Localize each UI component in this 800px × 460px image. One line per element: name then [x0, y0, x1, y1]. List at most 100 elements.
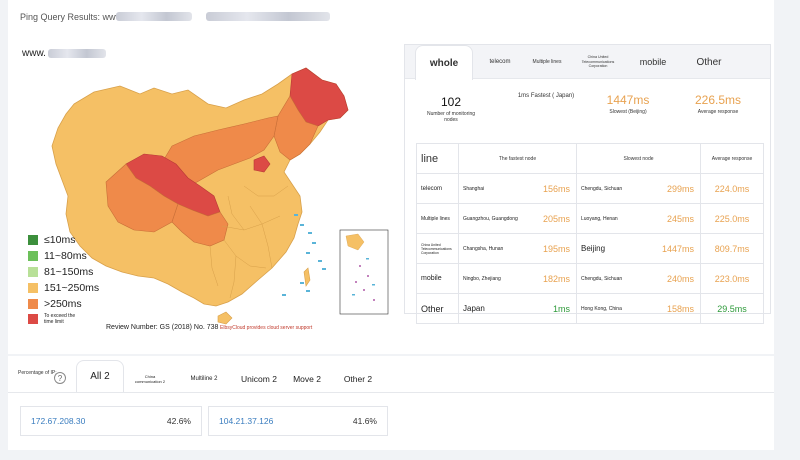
slow-node-name: Luoyang, Henan: [581, 215, 618, 222]
stat-slowest-label: Slowest (Beijing): [609, 109, 647, 115]
ip-tab-all[interactable]: All 2: [76, 360, 124, 392]
map-domain-prefix: www.: [22, 48, 46, 59]
table-row: China United Telecommunications Corporat…: [416, 233, 764, 264]
legend-swatch: [28, 235, 38, 245]
row-fast-node: Shanghai 156ms: [458, 173, 577, 204]
slow-node-name: Hong Kong, China: [581, 305, 622, 312]
help-icon[interactable]: ?: [54, 372, 66, 384]
slow-node-name: Chengdu, Sichuan: [581, 185, 623, 192]
line-tabs: whole telecom Multiple lines China Unite…: [405, 45, 770, 80]
line-results-table: line The fastest node Slowest node Avera…: [416, 143, 764, 324]
header-fastest: The fastest node: [458, 143, 577, 174]
tab-mobile[interactable]: mobile: [627, 45, 679, 79]
legend-label: To exceed the time limit: [44, 313, 76, 325]
fast-node-ms: 205ms: [542, 213, 570, 224]
ip-address-link[interactable]: 104.21.37.126: [219, 416, 273, 426]
row-fast-node: Japan 1ms: [458, 293, 577, 324]
slow-node-ms: 245ms: [666, 213, 694, 224]
ip-tab-other[interactable]: Other 2: [334, 366, 382, 392]
row-line: Other: [416, 293, 459, 324]
stat-nodes: 102 Number of monitoring nodes: [421, 95, 481, 123]
fast-node-name: Ningbo, Zhejiang: [463, 275, 501, 282]
ip-tab-multiline[interactable]: Multiline 2: [180, 366, 228, 392]
legend-item: 151~250ms: [28, 280, 99, 296]
row-average: 225.0ms: [700, 203, 764, 234]
map-region-hainan: [217, 311, 233, 325]
fast-node-ms: 1ms: [552, 303, 570, 314]
ip-percentage-panel: All 2 China communication 2 Multiline 2 …: [8, 356, 774, 450]
fast-node-name: Changsha, Hunan: [463, 245, 504, 252]
slow-node-ms: 299ms: [666, 183, 694, 194]
row-line: China United Telecommunications Corporat…: [416, 233, 459, 264]
row-fast-node: Guangzhou, Guangdong 205ms: [458, 203, 577, 234]
legend-swatch: [28, 314, 38, 324]
tab-divider: [8, 392, 774, 393]
slow-node-ms: 240ms: [666, 273, 694, 284]
legend-item: 11~80ms: [28, 248, 99, 264]
table-row: Multiple lines Guangzhou, Guangdong 205ms…: [416, 203, 764, 234]
row-line: mobile: [416, 263, 459, 294]
legend-item: >250ms: [28, 296, 99, 312]
table-row: telecom Shanghai 156ms Chengdu, Sichuan 29…: [416, 173, 764, 204]
ip-tab-unicom[interactable]: Unicom 2: [232, 366, 286, 392]
fast-node-ms: 182ms: [542, 273, 570, 284]
row-average: 224.0ms: [700, 173, 764, 204]
ip-tab-move[interactable]: Move 2: [284, 366, 330, 392]
fast-node-ms: 195ms: [542, 243, 570, 254]
row-slow-node: Chengdu, Sichuan 299ms: [576, 173, 701, 204]
map-domain: www.: [22, 48, 106, 59]
redacted-domain: [116, 12, 192, 21]
row-fast-node: Changsha, Hunan 195ms: [458, 233, 577, 264]
fast-node-name: Shanghai: [463, 185, 485, 192]
legend-label: 11~80ms: [44, 250, 87, 262]
table-header: line The fastest node Slowest node Avera…: [416, 143, 764, 174]
ip-entry: 172.67.208.30 42.6%: [20, 406, 202, 436]
tab-multiple-lines[interactable]: Multiple lines: [527, 45, 567, 79]
row-average: 29.5ms: [700, 293, 764, 324]
ip-tabs: All 2 China communication 2 Multiline 2 …: [8, 356, 774, 392]
table-row: mobile Ningbo, Zhejiang 182ms Chengdu, Si…: [416, 263, 764, 294]
legend-label: 81~150ms: [44, 266, 94, 278]
redacted-info: [206, 12, 330, 21]
fast-node-ms: 156ms: [542, 183, 570, 194]
header-average: Average response: [700, 143, 764, 174]
header-line: line: [416, 143, 459, 174]
slow-node-name: Beijing: [581, 244, 606, 253]
row-slow-node: Hong Kong, China 158ms: [576, 293, 701, 324]
ip-percentage: 41.6%: [352, 416, 377, 426]
tab-other[interactable]: Other: [683, 45, 735, 79]
tab-whole[interactable]: whole: [415, 45, 473, 80]
legend-swatch: [28, 251, 38, 261]
fast-node-name: Japan: [463, 304, 485, 313]
ping-results-panel: www. ≤10ms 11~80ms 81~150ms 151~250ms >2…: [8, 36, 774, 354]
ip-entry: 104.21.37.126 41.6%: [208, 406, 388, 436]
query-header: Ping Query Results: www.: [8, 0, 774, 36]
summary-stats: 102 Number of monitoring nodes 1ms Faste…: [405, 85, 770, 135]
legend-label: ≤10ms: [44, 234, 76, 246]
slow-node-name: Chengdu, Sichuan: [581, 275, 623, 282]
stat-average-label: Average response: [697, 109, 739, 115]
stat-average: 226.5ms Average response: [683, 93, 753, 115]
fast-node-name: Guangzhou, Guangdong: [463, 215, 518, 222]
row-line: telecom: [416, 173, 459, 204]
table-row: Other Japan 1ms Hong Kong, China 158ms 29.…: [416, 293, 764, 324]
ip-percentage: 42.6%: [166, 416, 191, 426]
legend-label: >250ms: [44, 298, 82, 310]
legend-swatch: [28, 267, 38, 277]
stat-fastest: 1ms Fastest ( Japan): [517, 93, 575, 99]
review-number: Review Number: GS (2018) No. 738: [106, 324, 219, 331]
tab-telecom[interactable]: telecom: [475, 45, 525, 79]
ip-address-link[interactable]: 172.67.208.30: [31, 416, 85, 426]
results-panel: whole telecom Multiple lines China Unite…: [404, 44, 771, 324]
header-slowest: Slowest node: [576, 143, 701, 174]
row-slow-node: Chengdu, Sichuan 240ms: [576, 263, 701, 294]
slow-node-ms: 1447ms: [661, 243, 694, 254]
legend-swatch: [28, 283, 38, 293]
row-average: 223.0ms: [700, 263, 764, 294]
stat-slowest-value: 1447ms: [606, 93, 650, 107]
ip-tab-china-communication[interactable]: China communication 2: [132, 366, 168, 392]
legend-item: ≤10ms: [28, 232, 99, 248]
row-slow-node: Luoyang, Henan 245ms: [576, 203, 701, 234]
tab-unicom[interactable]: China United Telecommunications Corporat…: [573, 45, 623, 79]
row-fast-node: Ningbo, Zhejiang 182ms: [458, 263, 577, 294]
